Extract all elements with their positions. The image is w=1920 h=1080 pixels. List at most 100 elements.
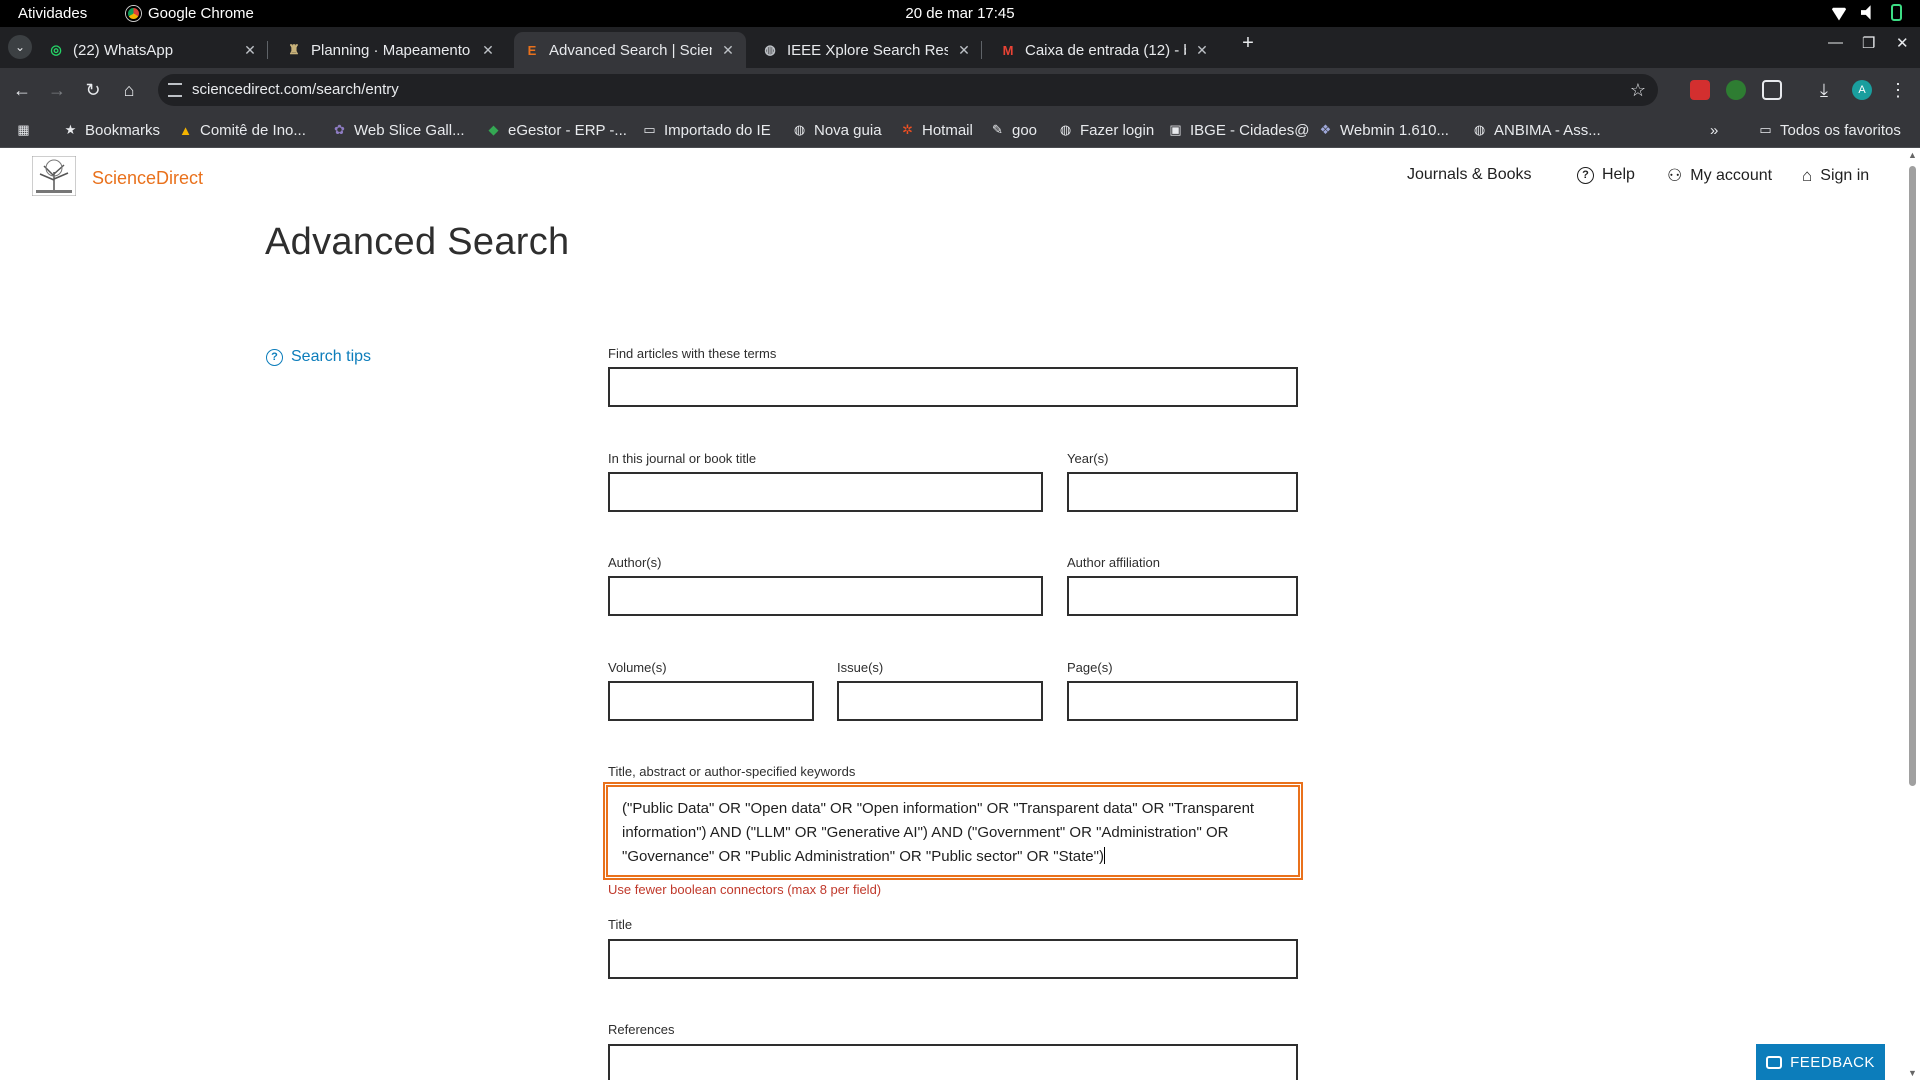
tab-title: IEEE Xplore Search Resu <box>787 41 948 59</box>
maximize-button[interactable]: ❐ <box>1862 34 1875 52</box>
bookmark-item[interactable]: ▭ Importado do IE <box>642 112 770 148</box>
pages-label: Page(s) <box>1067 660 1113 675</box>
battery-icon <box>1891 4 1902 21</box>
close-icon[interactable]: ✕ <box>480 42 496 59</box>
close-icon[interactable]: ✕ <box>720 42 736 59</box>
bookmark-item[interactable]: ◆ eGestor - ERP -... <box>486 112 627 148</box>
sign-in-link[interactable]: ⌂ Sign in <box>1802 166 1869 186</box>
menu-icon[interactable]: ⋮ <box>1886 78 1910 102</box>
ibge-icon: ▣ <box>1169 122 1182 137</box>
user-icon: ⚇ <box>1667 166 1683 185</box>
extension-icon[interactable] <box>1726 80 1746 100</box>
authors-input[interactable] <box>608 576 1043 616</box>
bookmark-item[interactable]: ◍ ANBIMA - Ass... <box>1472 112 1601 148</box>
help-icon: ? <box>1577 166 1594 184</box>
page-title: Advanced Search <box>265 221 570 263</box>
drive-icon: ▲ <box>179 122 192 138</box>
journals-books-link[interactable]: Journals & Books <box>1407 166 1532 184</box>
scrollbar-thumb[interactable] <box>1909 166 1916 786</box>
elsevier-tree-logo[interactable] <box>32 156 76 196</box>
tab-advanced-search[interactable]: E Advanced Search | Scienc ✕ <box>514 32 746 68</box>
tab-title: Caixa de entrada (12) - b <box>1025 41 1186 59</box>
years-label: Year(s) <box>1067 451 1109 466</box>
bookmark-item[interactable]: ◍ Nova guia <box>792 112 882 148</box>
scroll-up-arrow-icon[interactable]: ▲ <box>1908 150 1917 160</box>
help-icon: ? <box>266 348 283 366</box>
tab-whatsapp[interactable]: ◎ (22) WhatsApp ✕ <box>38 32 268 68</box>
page-viewport: ScienceDirect Journals & Books ? Help ⚇ … <box>0 148 1905 1080</box>
bookmark-item[interactable]: ✿ Web Slice Gall... <box>332 112 465 148</box>
site-info-icon[interactable] <box>168 83 182 97</box>
bookmark-star-icon[interactable]: ☆ <box>1630 74 1646 106</box>
bookmark-item[interactable]: ✎ goo <box>990 112 1037 148</box>
bookmark-item[interactable]: ❖ Webmin 1.610... <box>1318 112 1449 148</box>
gmail-icon: M <box>1002 42 1014 58</box>
page-scrollbar[interactable]: ▲ ▼ <box>1905 148 1920 1080</box>
star-icon: ★ <box>64 122 77 137</box>
pages-input[interactable] <box>1067 681 1298 721</box>
bookmark-item[interactable]: ▲ Comitê de Ino... <box>178 112 306 148</box>
tab-gmail[interactable]: M Caixa de entrada (12) - b ✕ <box>990 32 1220 68</box>
globe-icon: ◍ <box>1473 122 1486 137</box>
apps-icon[interactable]: ▦ <box>16 112 31 148</box>
close-icon[interactable]: ✕ <box>1194 42 1210 59</box>
extensions-puzzle-icon[interactable] <box>1762 80 1782 100</box>
egestor-icon: ◆ <box>488 122 499 137</box>
webmin-icon: ❖ <box>1319 122 1332 137</box>
tab-planning[interactable]: ♜ Planning · Mapeamento ✕ <box>276 32 506 68</box>
bookmark-item[interactable]: ◍ Fazer login <box>1058 112 1154 148</box>
wifi-icon <box>1831 7 1847 21</box>
back-button[interactable]: ← <box>10 78 34 102</box>
my-account-link[interactable]: ⚇ My account <box>1667 166 1772 186</box>
bookmark-item[interactable]: ★ Bookmarks <box>63 112 160 148</box>
new-tab-button[interactable]: + <box>1234 32 1262 55</box>
download-icon[interactable]: ⤓ <box>1812 78 1836 102</box>
terms-input[interactable] <box>608 367 1298 407</box>
affiliation-input[interactable] <box>1067 576 1298 616</box>
volume-icon <box>1861 5 1871 20</box>
tab-title: Planning · Mapeamento <box>311 41 471 59</box>
help-link[interactable]: ? Help <box>1577 166 1635 184</box>
activities-button[interactable]: Atividades <box>18 5 87 22</box>
bookmarks-overflow-button[interactable]: » <box>1710 112 1718 148</box>
search-tips-link[interactable]: ? Search tips <box>266 348 371 366</box>
keywords-textarea[interactable]: ("Public Data" OR "Open data" OR "Open i… <box>603 782 1303 880</box>
folder-icon: ▭ <box>643 122 656 137</box>
bookmark-item[interactable]: ▣ IBGE - Cidades@ <box>1168 112 1309 148</box>
msn-icon: ✲ <box>902 122 913 137</box>
all-bookmarks-folder[interactable]: ▭ Todos os favoritos <box>1758 112 1901 148</box>
close-icon[interactable]: ✕ <box>242 42 258 59</box>
reload-button[interactable]: ↻ <box>81 78 105 102</box>
feedback-button[interactable]: FEEDBACK <box>1756 1044 1885 1080</box>
address-bar[interactable]: sciencedirect.com/search/entry ☆ <box>158 74 1658 106</box>
issue-input[interactable] <box>837 681 1043 721</box>
globe-icon: ◍ <box>793 122 806 137</box>
volume-input[interactable] <box>608 681 814 721</box>
profile-avatar[interactable]: A <box>1852 80 1872 100</box>
home-button[interactable]: ⌂ <box>117 78 141 102</box>
tab-search-button[interactable]: ⌄ <box>8 35 32 59</box>
keywords-label: Title, abstract or author-specified keyw… <box>608 764 856 779</box>
globe-icon: ◍ <box>1059 122 1072 137</box>
tab-strip: ⌄ ◎ (22) WhatsApp ✕ ♜ Planning · Mapeame… <box>0 27 1920 68</box>
app-name: Google Chrome <box>148 5 254 22</box>
journal-input[interactable] <box>608 472 1043 512</box>
extension-icon[interactable] <box>1690 80 1710 100</box>
close-icon[interactable]: ✕ <box>956 42 972 59</box>
title-input[interactable] <box>608 939 1298 979</box>
tab-ieee[interactable]: ◍ IEEE Xplore Search Resu ✕ <box>752 32 982 68</box>
minimize-button[interactable]: — <box>1828 34 1843 51</box>
volume-label: Volume(s) <box>608 660 667 675</box>
years-input[interactable] <box>1067 472 1298 512</box>
folder-icon: ▭ <box>1759 122 1772 137</box>
app-menu[interactable]: Google Chrome <box>126 5 254 22</box>
scroll-down-arrow-icon[interactable]: ▼ <box>1908 1068 1917 1078</box>
close-window-button[interactable]: ✕ <box>1896 34 1909 52</box>
validation-error: Use fewer boolean connectors (max 8 per … <box>608 882 882 897</box>
bookmark-item[interactable]: ✲ Hotmail <box>900 112 973 148</box>
terms-label: Find articles with these terms <box>608 346 777 361</box>
system-tray[interactable] <box>1831 4 1902 21</box>
sciencedirect-wordmark[interactable]: ScienceDirect <box>92 168 203 189</box>
references-input[interactable] <box>608 1044 1298 1080</box>
forward-button[interactable]: → <box>45 78 69 102</box>
